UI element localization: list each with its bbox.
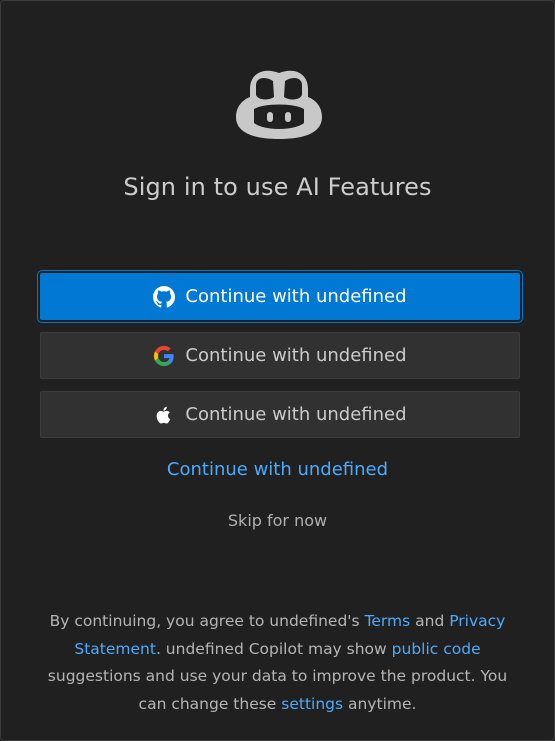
- continue-with-apple-button[interactable]: Continue with undefined: [40, 391, 520, 438]
- continue-google-label: Continue with undefined: [185, 345, 407, 366]
- continue-github-label: Continue with undefined: [185, 286, 407, 307]
- continue-with-github-button[interactable]: Continue with undefined: [37, 270, 523, 323]
- legal-text-4: suggestions and use your data to improve…: [47, 667, 508, 713]
- legal-text-1: By continuing, you agree to undefined's: [49, 612, 365, 630]
- legal-notice: By continuing, you agree to undefined's …: [35, 608, 520, 718]
- continue-link-button[interactable]: Continue with undefined: [1, 459, 554, 480]
- copilot-icon: [236, 70, 322, 139]
- continue-apple-label: Continue with undefined: [185, 404, 407, 425]
- skip-for-now-button[interactable]: Skip for now: [1, 511, 554, 530]
- terms-link[interactable]: Terms: [365, 612, 411, 630]
- apple-icon: [157, 406, 171, 424]
- github-icon: [153, 285, 176, 307]
- legal-text-3: . undefined Copilot may show: [155, 639, 392, 658]
- legal-text-5: anytime.: [343, 694, 417, 713]
- continue-with-google-button[interactable]: Continue with undefined: [40, 332, 520, 379]
- sign-in-dialog: Sign in to use AI Features Continue with…: [0, 0, 555, 741]
- google-icon: [154, 345, 175, 366]
- dialog-title: Sign in to use AI Features: [123, 173, 432, 201]
- public-code-link[interactable]: public code: [392, 640, 481, 658]
- legal-text-2: and: [410, 612, 450, 630]
- settings-link[interactable]: settings: [281, 695, 343, 713]
